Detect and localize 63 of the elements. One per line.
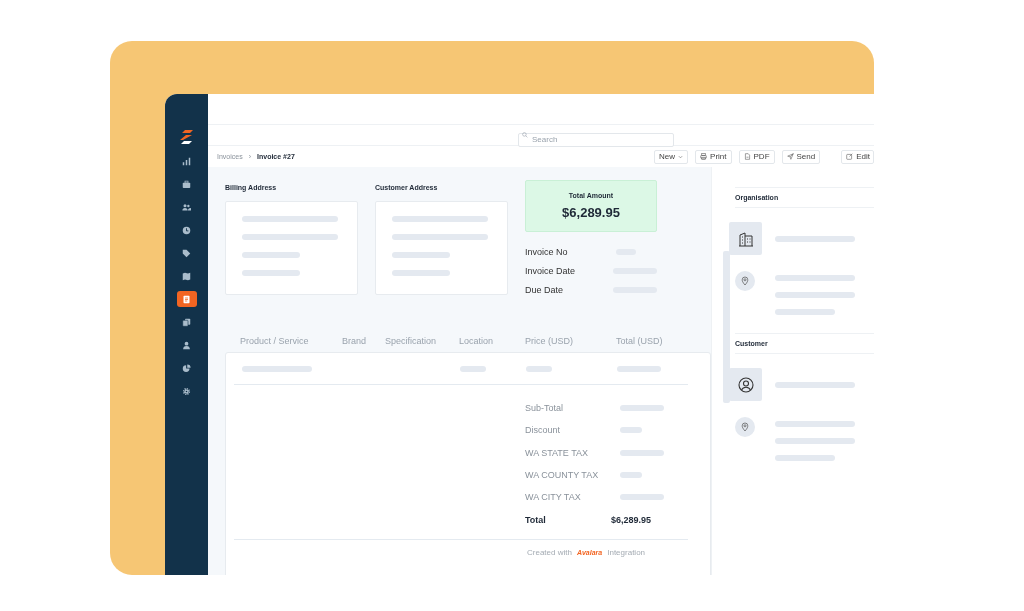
map-icon — [182, 271, 191, 281]
placeholder-bar — [620, 494, 664, 501]
placeholder-bar — [620, 472, 642, 479]
column-header: Specification — [385, 335, 438, 346]
print-button[interactable]: Print — [695, 149, 732, 164]
documents-icon — [182, 317, 191, 327]
scrollbar[interactable] — [723, 251, 730, 403]
user-circle-icon — [737, 376, 754, 393]
logo-icon — [179, 130, 194, 144]
total-amount-value: $6,289.95 — [562, 205, 620, 220]
user-icon — [182, 340, 191, 350]
location-pin-icon — [741, 276, 749, 286]
chart-icon — [182, 156, 191, 166]
placeholder-bar — [392, 252, 450, 258]
gear-icon — [182, 386, 191, 396]
file-icon — [743, 153, 751, 160]
send-icon — [786, 153, 794, 160]
placeholder-bar — [775, 455, 835, 461]
search-field[interactable]: Search — [518, 132, 674, 147]
placeholder-bar — [242, 365, 312, 372]
column-header: Brand — [342, 335, 368, 346]
edit-button[interactable]: Edit — [841, 149, 874, 164]
field-label: Invoice No — [525, 246, 569, 257]
placeholder-bar — [392, 270, 450, 276]
summary-label: WA COUNTY TAX — [525, 470, 600, 481]
placeholder-bar — [620, 427, 642, 434]
column-header: Total (USD) — [616, 335, 664, 346]
sidebar-item[interactable] — [176, 291, 197, 307]
clock-icon — [182, 225, 191, 235]
caret-icon — [678, 154, 684, 159]
summary-label: Discount — [525, 425, 561, 436]
summary-value: $6,289.95 — [611, 514, 652, 525]
building-icon — [737, 230, 754, 247]
edit-icon — [846, 153, 854, 160]
field-label: Due Date — [525, 284, 565, 295]
document-icon — [182, 294, 191, 304]
summary-label: WA STATE TAX — [525, 447, 589, 458]
placeholder-bar — [620, 405, 664, 412]
summary-label: Sub-Total — [525, 403, 565, 414]
tag-icon — [182, 248, 191, 258]
placeholder-bar — [775, 309, 835, 315]
pie-chart-icon — [182, 363, 191, 373]
placeholder-bar — [460, 365, 486, 372]
location-pin-icon — [741, 422, 749, 432]
column-header: Product / Service — [239, 335, 310, 346]
search-icon — [522, 132, 528, 138]
placeholder-bar — [620, 449, 664, 456]
footer-text: Integration — [607, 547, 646, 557]
placeholder-bar — [242, 270, 300, 276]
users-icon — [182, 202, 191, 212]
placeholder-bar — [526, 365, 552, 372]
column-header: Price (USD) — [525, 335, 574, 346]
column-header: Location — [459, 335, 495, 346]
placeholder-bar — [617, 365, 661, 372]
printer-icon — [700, 153, 708, 160]
briefcase-icon — [182, 179, 191, 189]
field-label: Invoice Date — [525, 265, 577, 276]
summary-label: WA CITY TAX — [525, 492, 582, 503]
send-button[interactable]: Send — [781, 149, 821, 164]
footer-text: Created with — [527, 547, 572, 557]
placeholder-bar — [242, 252, 300, 258]
pdf-button[interactable]: PDF — [738, 149, 775, 164]
new-dropdown[interactable]: New — [654, 149, 689, 164]
